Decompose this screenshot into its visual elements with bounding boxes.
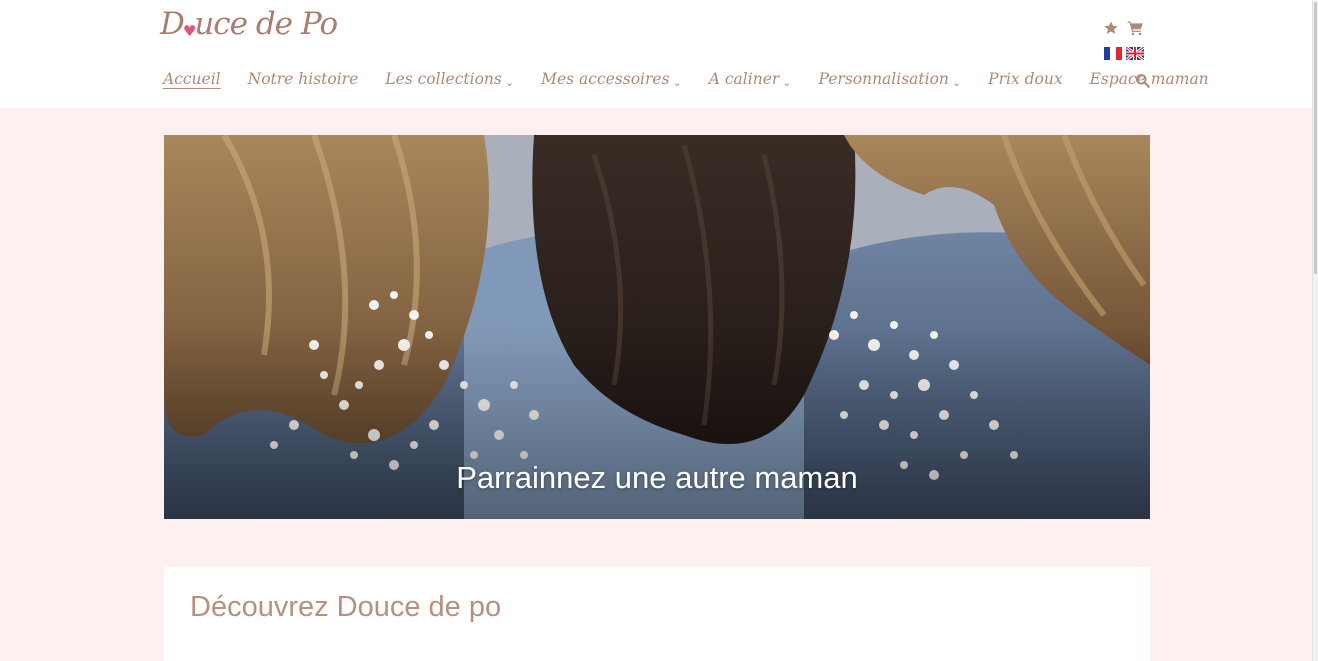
chevron-down-icon: ⌄ bbox=[782, 75, 792, 89]
chevron-down-icon: ⌄ bbox=[504, 75, 515, 89]
nav-item-notre-histoire[interactable]: Notre histoire bbox=[248, 70, 359, 88]
utility-icons bbox=[1103, 20, 1144, 36]
main-nav: Accueil Notre histoire Les collections ⌄ … bbox=[163, 70, 1236, 89]
nav-label: Prix doux bbox=[988, 70, 1063, 88]
fr-flag-icon[interactable] bbox=[1104, 47, 1122, 60]
chevron-down-icon: ⌄ bbox=[951, 75, 962, 89]
nav-label: Les collections bbox=[385, 70, 502, 88]
hero-banner[interactable]: Parrainnez une autre maman bbox=[164, 135, 1150, 519]
intro-section: Découvrez Douce de po bbox=[164, 567, 1150, 661]
nav-item-personnalisation[interactable]: Personnalisation ⌄ bbox=[818, 70, 962, 89]
hero-caption[interactable]: Parrainnez une autre maman bbox=[164, 460, 1150, 496]
logo-text-start: D bbox=[160, 6, 185, 42]
nav-label: Accueil bbox=[163, 70, 221, 88]
uk-flag-icon[interactable] bbox=[1126, 47, 1144, 60]
nav-label: Mes accessoires bbox=[541, 70, 670, 88]
star-icon[interactable] bbox=[1103, 20, 1119, 36]
section-title: Découvrez Douce de po bbox=[190, 591, 502, 623]
chevron-down-icon: ⌄ bbox=[672, 75, 682, 89]
nav-item-les-collections[interactable]: Les collections ⌄ bbox=[385, 70, 515, 89]
nav-item-accueil[interactable]: Accueil bbox=[163, 70, 221, 88]
nav-item-a-caliner[interactable]: A caliner ⌄ bbox=[708, 70, 792, 89]
nav-label: Notre histoire bbox=[247, 70, 359, 88]
nav-label: Personnalisation bbox=[818, 70, 949, 88]
nav-item-mes-accessoires[interactable]: Mes accessoires ⌄ bbox=[541, 70, 682, 89]
logo-text-end: uce de Po bbox=[194, 6, 338, 42]
logo[interactable]: D ♥ uce de Po bbox=[160, 6, 338, 46]
site-header: D ♥ uce de Po Accueil Notre histoire Les c… bbox=[0, 0, 1312, 108]
language-switcher bbox=[1104, 47, 1144, 60]
scrollbar-thumb[interactable] bbox=[1314, 2, 1317, 274]
nav-item-prix-doux[interactable]: Prix doux bbox=[988, 70, 1062, 88]
search-icon[interactable] bbox=[1135, 73, 1150, 88]
scrollbar[interactable] bbox=[1312, 0, 1318, 661]
cart-icon[interactable] bbox=[1127, 20, 1144, 36]
nav-label: A caliner bbox=[708, 70, 780, 88]
heart-icon: ♥ bbox=[182, 22, 196, 40]
